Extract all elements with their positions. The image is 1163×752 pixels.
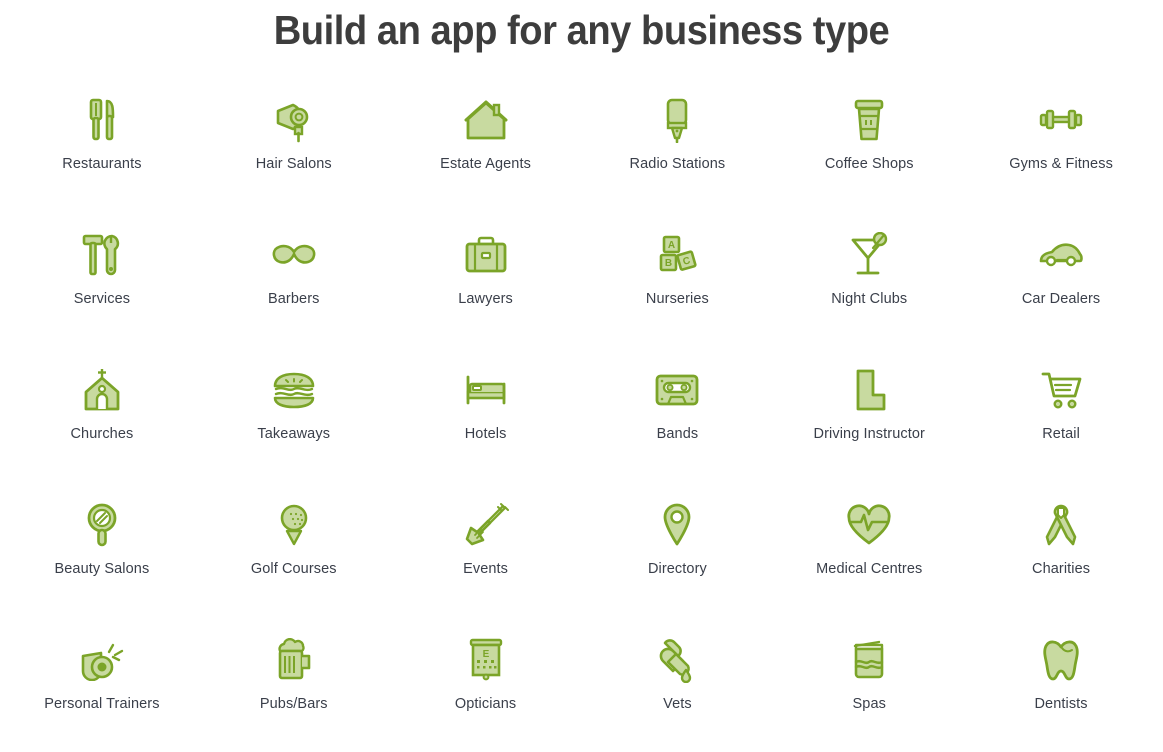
business-type-label: Medical Centres (816, 561, 923, 578)
burger-icon (271, 360, 317, 420)
business-type-label: Spas (852, 696, 886, 713)
business-type-grid: Restaurants Hair Salons Estate Agents Ra… (0, 90, 1163, 752)
business-type-label: Services (73, 291, 131, 308)
hand-mirror-icon (84, 495, 120, 555)
business-type-label: Car Dealers (1021, 291, 1101, 308)
business-type-label: Radio Stations (629, 156, 726, 173)
business-type-item[interactable]: Driving Instructor (773, 360, 965, 495)
pipette-icon (657, 630, 697, 690)
business-type-label: Charities (1032, 561, 1091, 578)
business-type-item[interactable]: Barbers (198, 225, 390, 360)
shopping-cart-icon (1039, 360, 1083, 420)
business-type-item[interactable]: Dentists (965, 630, 1157, 752)
business-type-item[interactable]: Radio Stations (581, 90, 773, 225)
svg-text:A: A (668, 240, 675, 251)
svg-text:E: E (482, 649, 489, 660)
cassette-tape-icon (654, 360, 700, 420)
business-type-item[interactable]: Gyms & Fitness (965, 90, 1157, 225)
business-type-label: Barbers (268, 291, 320, 308)
business-type-item[interactable]: Lawyers (390, 225, 582, 360)
business-type-label: Hair Salons (255, 156, 332, 173)
moustache-icon (271, 225, 317, 285)
business-type-item[interactable]: Charities (965, 495, 1157, 630)
page-title: Build an app for any business type (273, 7, 890, 53)
map-pin-icon (660, 495, 694, 555)
business-type-label: Dentists (1034, 696, 1088, 713)
eye-chart-icon: E (466, 630, 506, 690)
dumbbell-icon (1038, 90, 1084, 150)
business-type-item[interactable]: A B C Nurseries (581, 225, 773, 360)
business-type-item[interactable]: Hair Salons (198, 90, 390, 225)
church-icon (80, 360, 124, 420)
business-type-item[interactable]: Golf Courses (198, 495, 390, 630)
briefcase-icon (463, 225, 509, 285)
business-type-item[interactable]: Events (390, 495, 582, 630)
business-type-gallery: Build an app for any business type Resta… (0, 0, 1163, 752)
microphone-icon (660, 90, 694, 150)
business-type-label: Pubs/Bars (259, 696, 328, 713)
business-type-item[interactable]: E Opticians (390, 630, 582, 752)
business-type-item[interactable]: Services (6, 225, 198, 360)
business-type-label: Restaurants (62, 156, 142, 173)
business-type-label: Coffee Shops (824, 156, 914, 173)
business-type-item[interactable]: Retail (965, 360, 1157, 495)
awareness-ribbon-icon (1043, 495, 1079, 555)
house-icon (463, 90, 509, 150)
business-type-item[interactable]: Vets (581, 630, 773, 752)
business-type-item[interactable]: Directory (581, 495, 773, 630)
business-type-label: Events (463, 561, 509, 578)
business-type-label: Beauty Salons (54, 561, 150, 578)
l-plate-icon (851, 360, 887, 420)
whistle-icon (79, 630, 125, 690)
business-type-label: Bands (656, 426, 699, 443)
business-type-label: Takeaways (257, 426, 331, 443)
cocktail-icon (848, 225, 890, 285)
business-type-label: Lawyers (458, 291, 513, 308)
bed-icon (463, 360, 509, 420)
heart-pulse-icon (846, 495, 892, 555)
beer-mug-icon (272, 630, 316, 690)
tooth-icon (1041, 630, 1081, 690)
business-type-label: Driving Instructor (813, 426, 925, 443)
business-type-label: Directory (647, 561, 707, 578)
electric-guitar-icon (463, 495, 509, 555)
business-type-label: Estate Agents (440, 156, 531, 173)
coffee-cup-icon (850, 90, 888, 150)
business-type-label: Personal Trainers (44, 696, 160, 713)
business-type-label: Night Clubs (831, 291, 908, 308)
hairdryer-icon (271, 90, 317, 150)
business-type-item[interactable]: Estate Agents (390, 90, 582, 225)
golf-ball-tee-icon (276, 495, 312, 555)
business-type-label: Hotels (464, 426, 507, 443)
business-type-item[interactable]: Coffee Shops (773, 90, 965, 225)
business-type-item[interactable]: Night Clubs (773, 225, 965, 360)
cutlery-icon (80, 90, 124, 150)
business-type-item[interactable]: Takeaways (198, 360, 390, 495)
business-type-label: Nurseries (645, 291, 709, 308)
hammer-wrench-icon (80, 225, 124, 285)
business-type-item[interactable]: Car Dealers (965, 225, 1157, 360)
business-type-item[interactable]: Pubs/Bars (198, 630, 390, 752)
business-type-item[interactable]: Beauty Salons (6, 495, 198, 630)
svg-text:B: B (665, 258, 672, 269)
car-icon (1038, 225, 1084, 285)
business-type-label: Retail (1042, 426, 1080, 443)
business-type-item[interactable]: Personal Trainers (6, 630, 198, 752)
business-type-label: Vets (663, 696, 692, 713)
business-type-item[interactable]: Spas (773, 630, 965, 752)
business-type-item[interactable]: Restaurants (6, 90, 198, 225)
business-type-item[interactable]: Hotels (390, 360, 582, 495)
abc-blocks-icon: A B C (655, 225, 699, 285)
business-type-item[interactable]: Bands (581, 360, 773, 495)
business-type-label: Gyms & Fitness (1009, 156, 1113, 173)
business-type-item[interactable]: Churches (6, 360, 198, 495)
business-type-label: Churches (70, 426, 134, 443)
hot-tub-icon (849, 630, 889, 690)
business-type-label: Golf Courses (250, 561, 337, 578)
business-type-label: Opticians (454, 696, 517, 713)
business-type-item[interactable]: Medical Centres (773, 495, 965, 630)
